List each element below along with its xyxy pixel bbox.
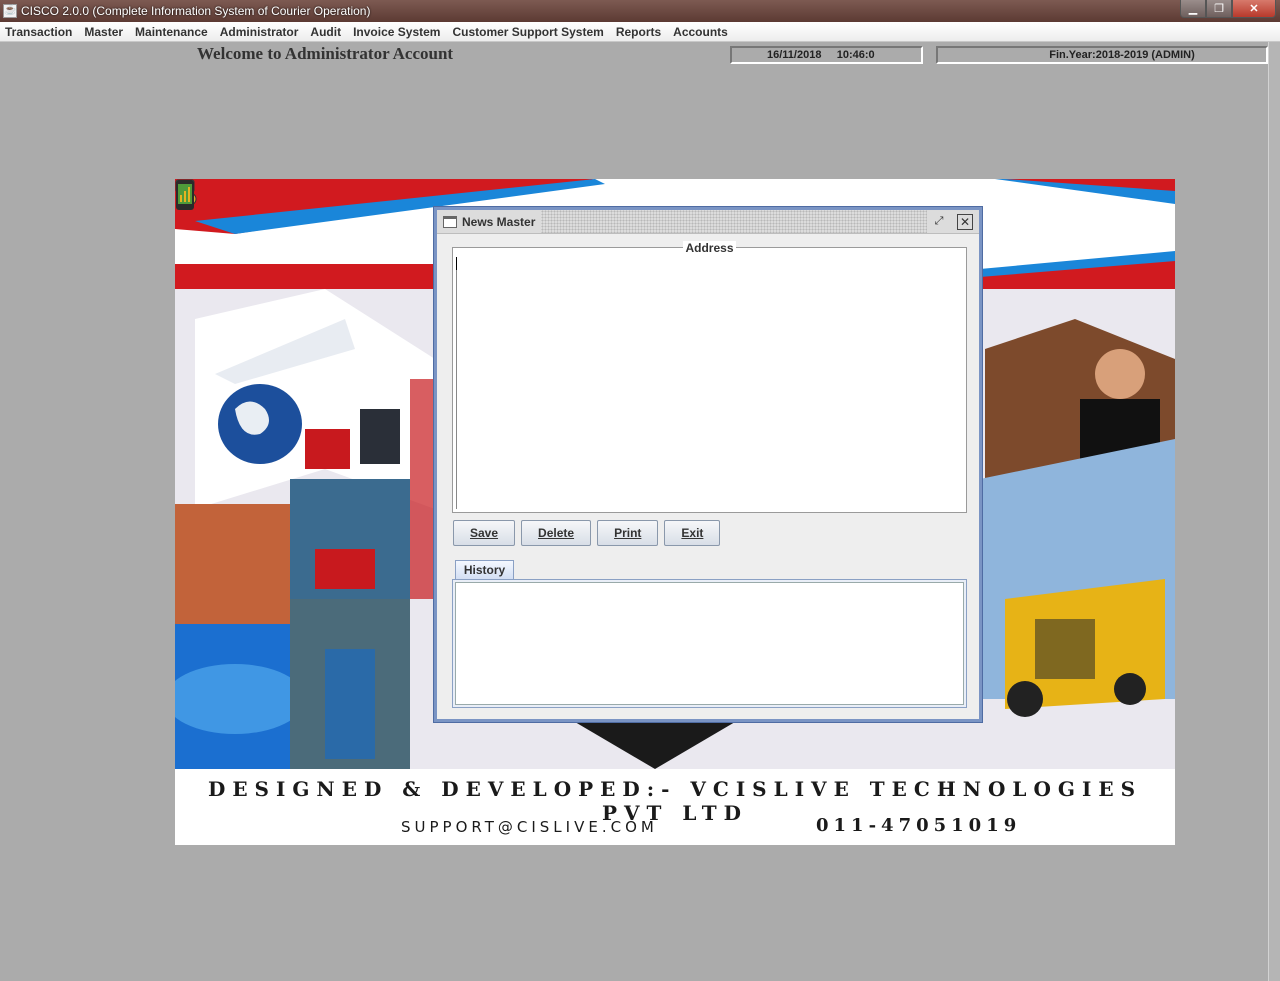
desktop-right-edge (1268, 42, 1280, 981)
menubar: Transaction Master Maintenance Administr… (0, 22, 1280, 42)
menu-customer-support-system[interactable]: Customer Support System (446, 22, 609, 42)
save-button[interactable]: Save (453, 520, 516, 546)
address-group: Address (452, 241, 967, 513)
support-email: SUPPORT@CISLIVE.COM (401, 818, 658, 836)
window-title: CISCO 2.0.0 (Complete Information System… (21, 4, 371, 18)
menu-transaction[interactable]: Transaction (0, 22, 78, 42)
history-list[interactable] (455, 582, 964, 705)
menu-invoice-system[interactable]: Invoice System (347, 22, 446, 42)
menu-maintenance[interactable]: Maintenance (129, 22, 214, 42)
menu-administrator[interactable]: Administrator (214, 22, 305, 42)
menu-reports[interactable]: Reports (610, 22, 667, 42)
text-caret (456, 257, 457, 270)
mobile-phone-icon (176, 180, 194, 210)
frame-window-icon (443, 215, 457, 228)
java-app-icon: ☕ (3, 4, 17, 18)
time-value: 10:46:0 (836, 49, 875, 61)
minimize-button[interactable]: ▁ (1180, 0, 1206, 18)
menu-master[interactable]: Master (78, 22, 129, 42)
address-legend: Address (453, 241, 966, 255)
datetime-display: 16/11/2018 10:46:0 (730, 46, 923, 64)
address-textarea[interactable] (456, 257, 963, 509)
menu-accounts[interactable]: Accounts (667, 22, 734, 42)
support-phone: 011-47051019 (816, 815, 1022, 836)
tab-history[interactable]: History (455, 560, 514, 581)
print-button[interactable]: Print (597, 520, 659, 546)
frame-close-icon[interactable]: ✕ (957, 213, 973, 230)
action-buttons: Save Delete Print Exit (453, 520, 726, 546)
menu-audit[interactable]: Audit (304, 22, 347, 42)
developer-credit: DESIGNED & DEVELOPED:- VCISLIVE TECHNOLO… (207, 777, 1143, 825)
date-value: 16/11/2018 (767, 49, 822, 61)
history-panel (452, 579, 967, 708)
close-button[interactable]: ✕ (1232, 0, 1276, 18)
news-master-title: News Master (462, 214, 536, 229)
news-master-window: News Master ⤢ ✕ Address Save Delete Prin… (434, 207, 982, 722)
delete-button[interactable]: Delete (521, 520, 592, 546)
fin-year-display: Fin.Year:2018-2019 (ADMIN) (936, 46, 1268, 64)
window-titlebar: ☕ CISCO 2.0.0 (Complete Information Syst… (0, 0, 1280, 22)
news-master-titlebar[interactable]: News Master ⤢ ✕ (437, 210, 979, 234)
window-controls: ▁ ❐ ✕ (1180, 0, 1276, 18)
frame-restore-icon[interactable]: ⤢ (931, 214, 947, 230)
exit-button[interactable]: Exit (664, 520, 721, 546)
maximize-button[interactable]: ❐ (1206, 0, 1232, 18)
welcome-heading: Welcome to Administrator Account (197, 44, 454, 63)
